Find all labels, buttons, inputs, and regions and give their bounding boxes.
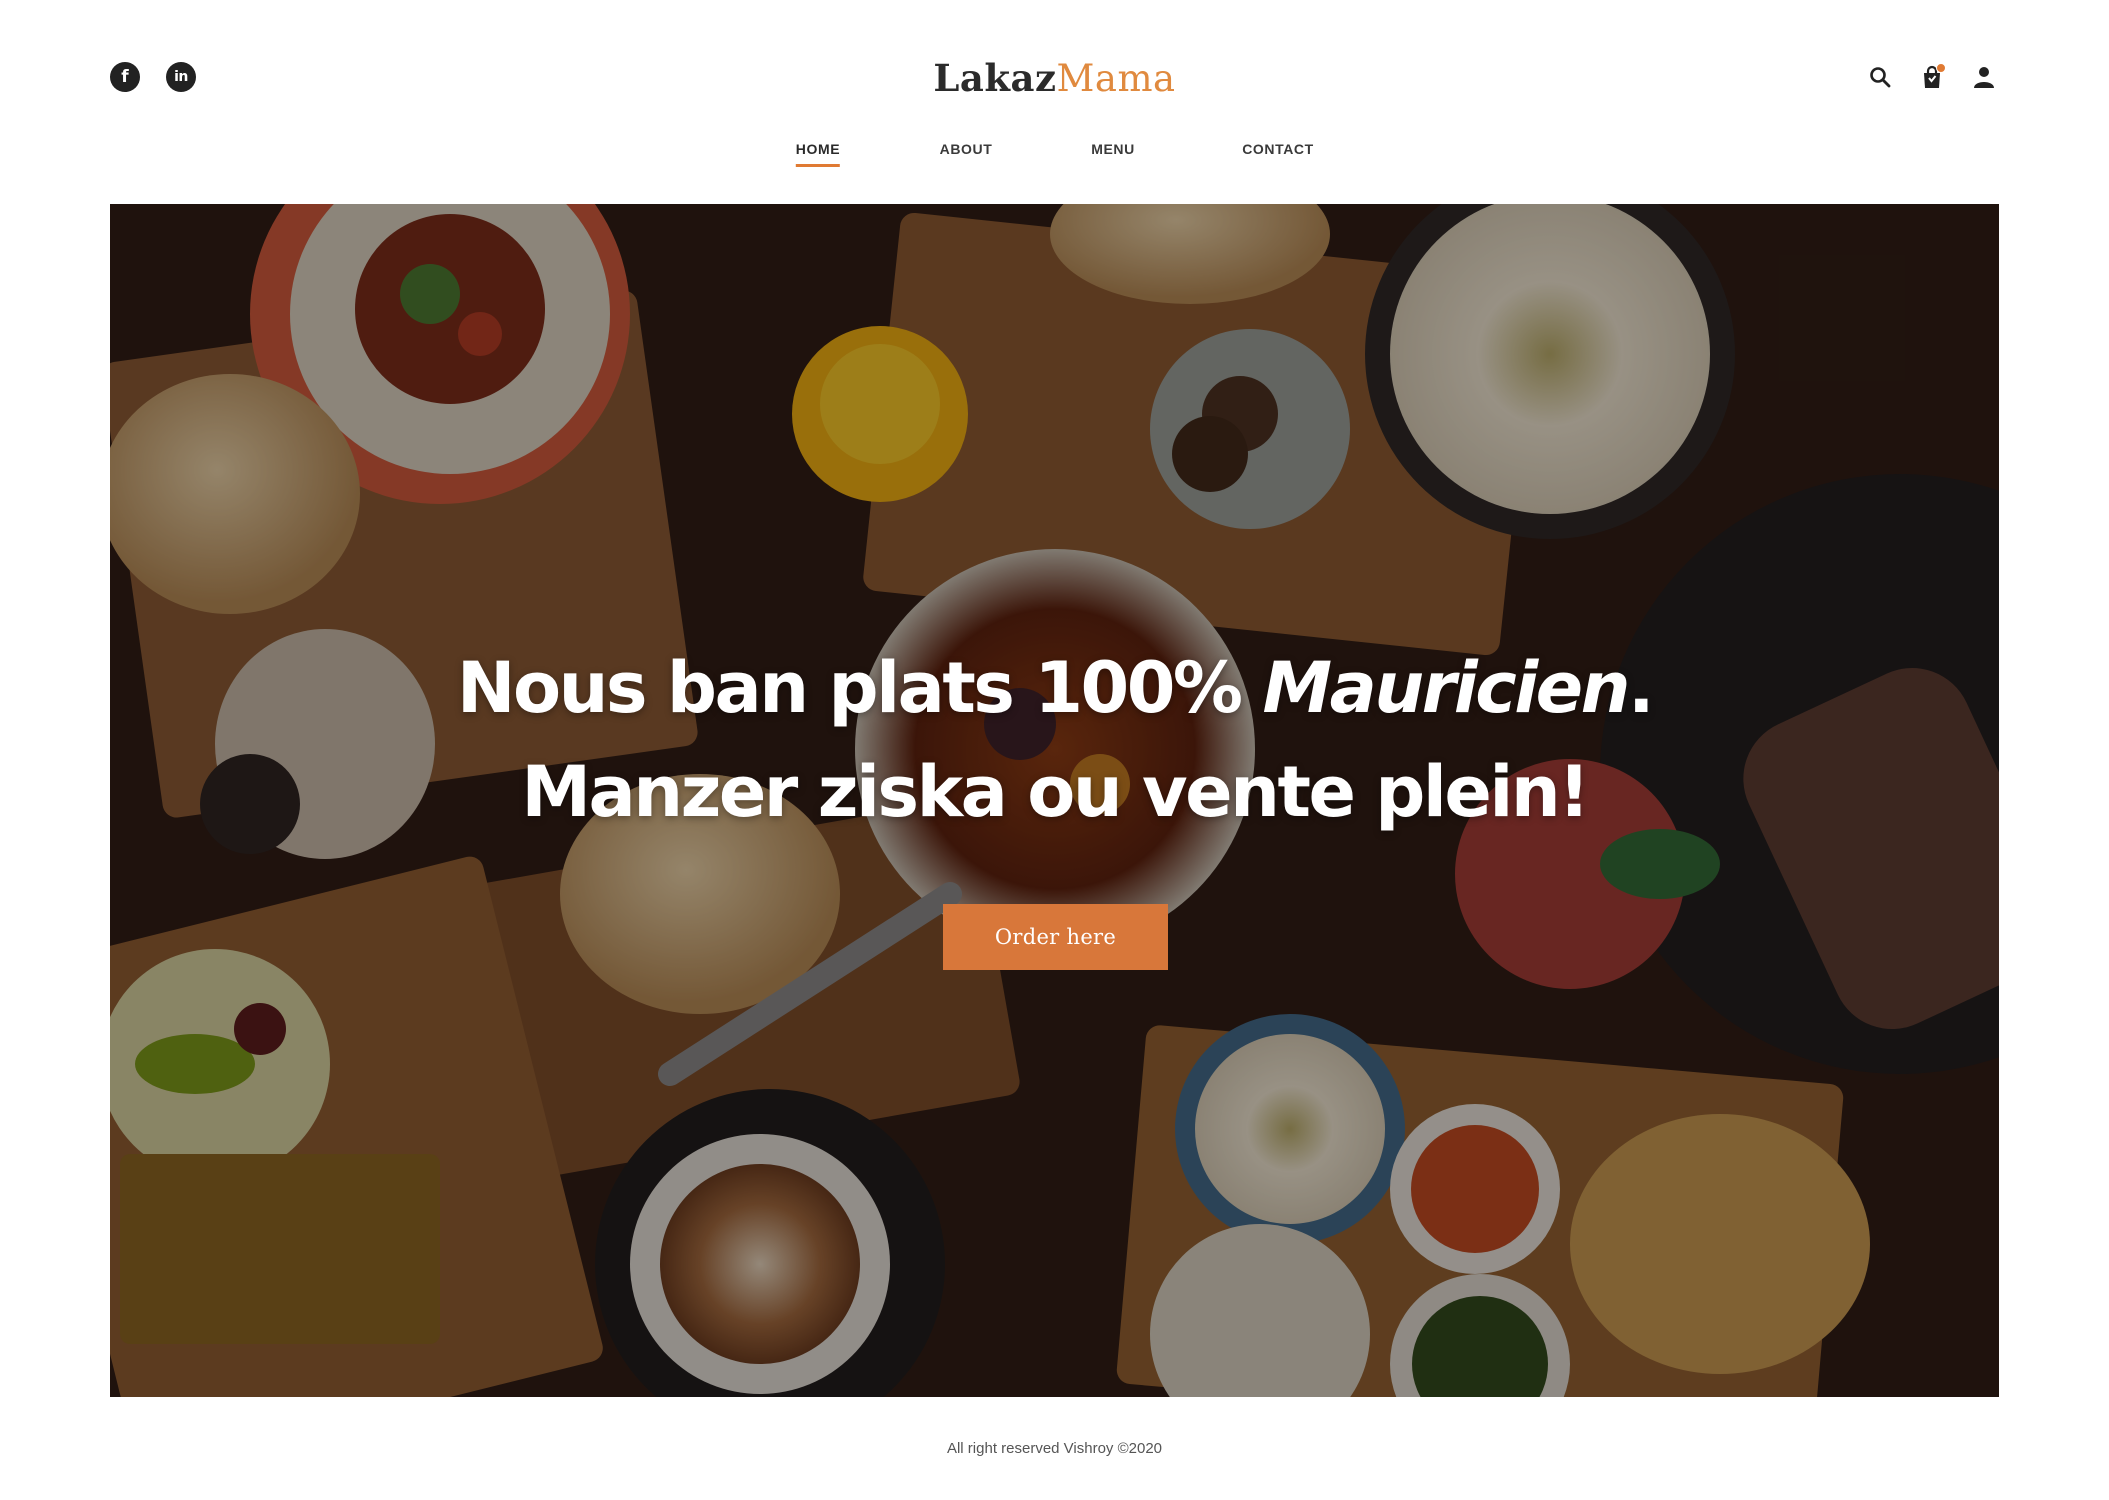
headline-line2: Manzer ziska ou vente plein! xyxy=(521,751,1590,833)
nav-contact[interactable]: CONTACT xyxy=(1242,141,1314,164)
footer-copyright: All right reserved Vishroy ©2020 xyxy=(946,1440,1163,1457)
shopping-bag-icon[interactable] xyxy=(1917,62,1947,92)
headline-line1-end: . xyxy=(1628,647,1655,729)
order-here-button[interactable]: Order here xyxy=(943,904,1168,970)
header-tools xyxy=(1865,62,1999,92)
main-nav: HOME ABOUT MENU CONTACT xyxy=(0,141,2109,167)
search-icon[interactable] xyxy=(1865,62,1895,92)
headline-line1-plain: Nous ban plats 100% xyxy=(456,647,1263,729)
headline-line1-italic: Mauricien xyxy=(1262,647,1630,729)
nav-home[interactable]: HOME xyxy=(795,141,841,167)
user-icon[interactable] xyxy=(1969,62,1999,92)
cart-badge xyxy=(1936,63,1946,73)
site-logo[interactable]: LakazMama xyxy=(0,56,2109,100)
headline-line1: Nous ban plats 100% Mauricien. xyxy=(456,647,1655,729)
nav-menu[interactable]: MENU xyxy=(1091,141,1135,164)
hero-banner: Nous ban plats 100% Mauricien. Manzer zi… xyxy=(110,204,1999,1397)
logo-part-mama: Mama xyxy=(1056,57,1176,100)
nav-about[interactable]: ABOUT xyxy=(940,141,993,164)
logo-part-lakaz: Lakaz xyxy=(933,56,1057,100)
hero-headline: Nous ban plats 100% Mauricien. Manzer zi… xyxy=(110,636,1999,844)
